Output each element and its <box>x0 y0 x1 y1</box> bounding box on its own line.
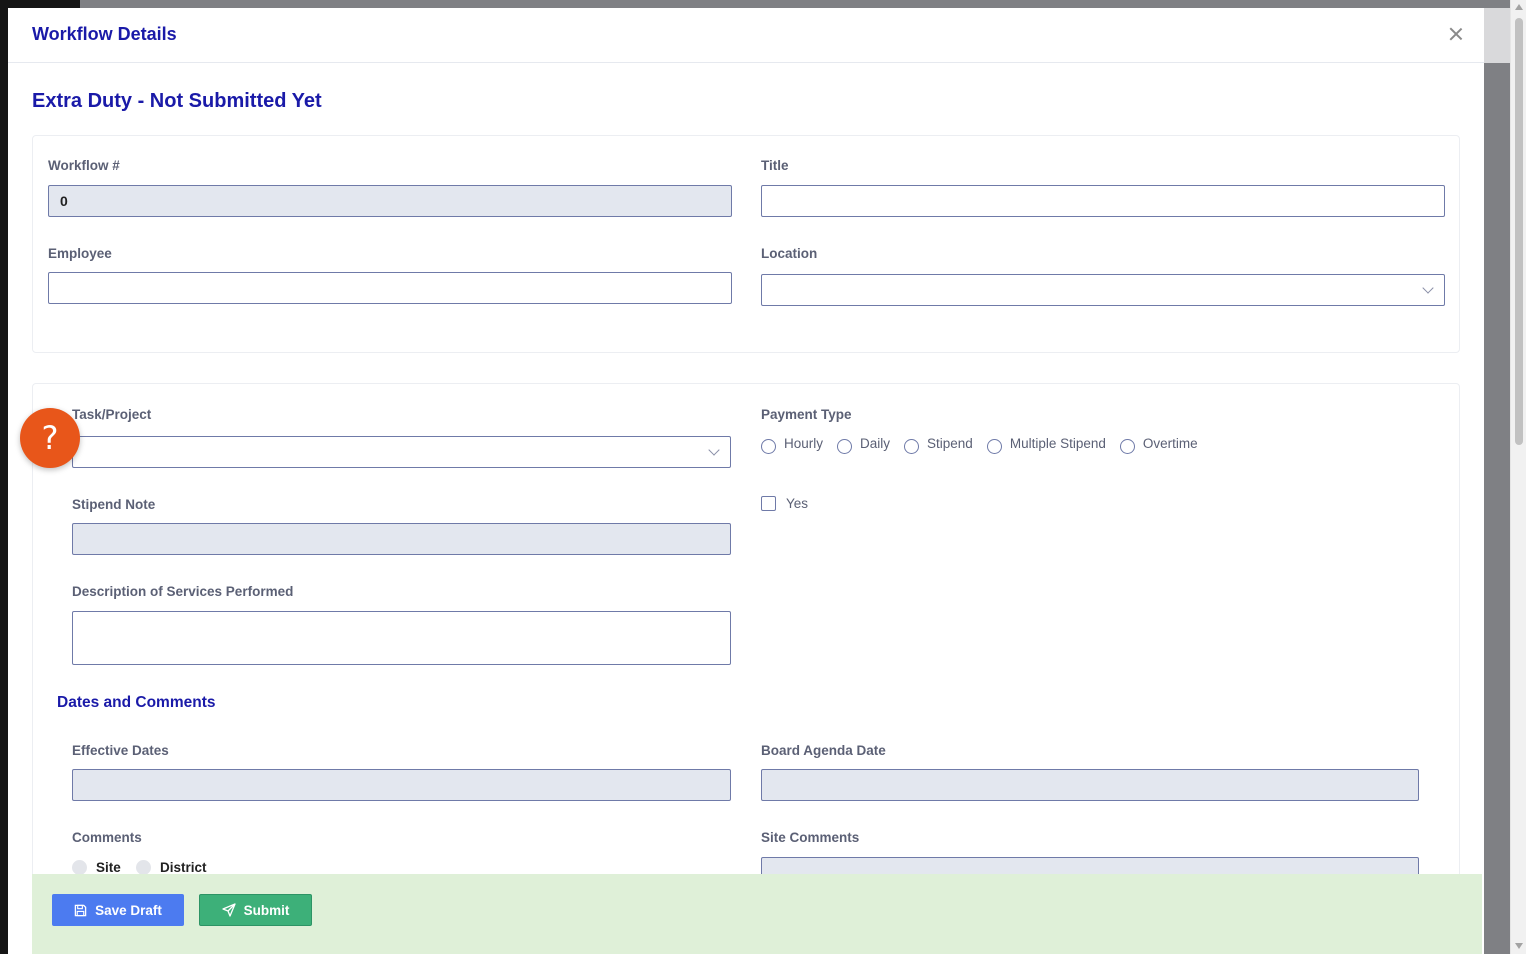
help-button[interactable]: ? <box>20 408 80 468</box>
payment-type-group: Hourly Daily Stipend Multiple Stipend Ov… <box>761 436 1212 454</box>
description-label: Description of Services Performed <box>72 584 294 599</box>
backdrop-strip <box>1484 8 1510 63</box>
scroll-up-icon[interactable] <box>1515 4 1523 10</box>
save-draft-button[interactable]: Save Draft <box>52 894 184 926</box>
radio-icon[interactable] <box>761 439 776 454</box>
radio-icon[interactable] <box>72 860 87 875</box>
title-label: Title <box>761 158 789 173</box>
submit-label: Submit <box>243 902 290 918</box>
scroll-down-icon[interactable] <box>1515 943 1523 949</box>
modal-title: Workflow Details <box>32 24 177 44</box>
payment-option-label: Stipend <box>927 436 973 451</box>
comment-option-label: Site <box>96 860 121 875</box>
payment-type-label: Payment Type <box>761 407 852 422</box>
chevron-down-icon <box>1422 282 1434 294</box>
title-field[interactable] <box>761 185 1445 217</box>
employee-field[interactable] <box>48 272 732 304</box>
payment-option-stipend[interactable]: Stipend <box>904 436 973 454</box>
radio-icon[interactable] <box>136 860 151 875</box>
task-card: Task/Project Payment Type Hourly Daily S… <box>32 383 1460 954</box>
comment-option-district[interactable]: District <box>136 860 207 875</box>
task-project-label: Task/Project <box>72 407 152 422</box>
save-draft-label: Save Draft <box>95 902 162 918</box>
radio-icon[interactable] <box>904 439 920 454</box>
description-textarea[interactable] <box>72 611 731 665</box>
radio-icon[interactable] <box>837 439 853 454</box>
board-agenda-date-field <box>761 769 1419 801</box>
stipend-note-field <box>72 523 731 555</box>
yes-checkbox[interactable] <box>761 496 776 511</box>
payment-option-hourly[interactable]: Hourly <box>761 436 824 454</box>
comment-option-label: District <box>160 860 207 875</box>
modal-header: Workflow Details <box>8 8 1484 63</box>
workflow-number-label: Workflow # <box>48 158 120 173</box>
backdrop <box>0 0 1526 8</box>
question-icon: ? <box>41 419 59 457</box>
chevron-down-icon <box>708 444 720 456</box>
board-agenda-date-label: Board Agenda Date <box>761 743 886 758</box>
save-icon <box>74 904 87 916</box>
radio-icon[interactable] <box>1119 439 1135 454</box>
submit-button[interactable]: Submit <box>199 894 312 926</box>
site-comments-label: Site Comments <box>761 830 860 845</box>
task-project-select[interactable] <box>72 436 731 468</box>
radio-icon[interactable] <box>986 439 1002 454</box>
footer-bar: Save Draft Submit <box>32 874 1482 954</box>
comment-option-site[interactable]: Site <box>72 860 121 875</box>
close-icon[interactable] <box>1446 24 1466 44</box>
workflow-number-field: 0 <box>48 185 732 217</box>
workflow-number-value: 0 <box>60 193 68 209</box>
payment-option-overtime[interactable]: Overtime <box>1119 436 1198 454</box>
dates-comments-heading: Dates and Comments <box>57 694 216 711</box>
workflow-modal: Workflow Details Extra Duty - Not Submit… <box>8 8 1484 954</box>
page-heading: Extra Duty - Not Submitted Yet <box>32 90 322 112</box>
yes-label: Yes <box>786 496 809 511</box>
comments-label: Comments <box>72 830 142 845</box>
yes-checkbox-row[interactable]: Yes <box>761 496 808 511</box>
payment-option-daily[interactable]: Daily <box>837 436 891 454</box>
page-scrollbar[interactable] <box>1510 0 1526 954</box>
effective-dates-field <box>72 769 731 801</box>
effective-dates-label: Effective Dates <box>72 743 169 758</box>
location-select[interactable] <box>761 274 1445 306</box>
location-label: Location <box>761 246 818 261</box>
payment-option-label: Hourly <box>784 436 824 451</box>
general-card: Workflow # 0 Title Employee Location <box>32 135 1460 353</box>
payment-option-label: Overtime <box>1142 436 1198 451</box>
payment-option-label: Multiple Stipend <box>1009 436 1106 451</box>
send-icon <box>221 903 236 917</box>
scroll-thumb[interactable] <box>1515 18 1523 445</box>
payment-option-label: Daily <box>860 436 891 451</box>
stipend-note-label: Stipend Note <box>72 497 156 512</box>
employee-label: Employee <box>48 246 112 261</box>
payment-option-multiple-stipend[interactable]: Multiple Stipend <box>986 436 1106 454</box>
